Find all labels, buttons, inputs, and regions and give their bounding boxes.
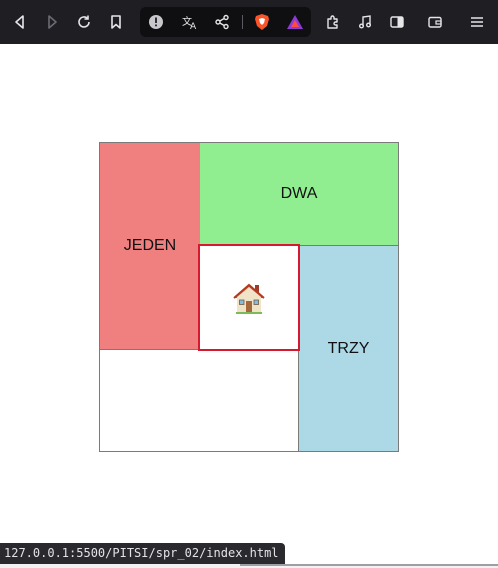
reload-icon[interactable]	[70, 8, 98, 36]
translate-icon[interactable]: 文A	[176, 8, 204, 36]
status-url: 127.0.0.1:5500/PITSI/spr_02/index.html	[0, 543, 285, 564]
browser-toolbar: 文A	[0, 0, 498, 44]
svg-text:A: A	[190, 22, 197, 30]
bottom-edge	[0, 564, 498, 568]
menu-icon[interactable]	[463, 8, 491, 36]
url-separator	[242, 15, 243, 29]
media-icon[interactable]	[351, 8, 379, 36]
cell-home	[198, 244, 300, 351]
cell-empty	[100, 349, 298, 451]
cell-dwa-label: DWA	[280, 185, 318, 202]
cell-jeden-label: JEDEN	[123, 237, 177, 254]
bookmark-icon[interactable]	[102, 8, 130, 36]
back-icon[interactable]	[6, 8, 34, 36]
sidebar-icon[interactable]	[383, 8, 411, 36]
site-info-icon[interactable]	[142, 8, 170, 36]
house-icon	[233, 283, 265, 314]
cell-trzy: TRZY	[298, 246, 398, 451]
share-icon[interactable]	[208, 8, 236, 36]
wallet-icon[interactable]	[421, 8, 449, 36]
brave-shield-icon[interactable]	[248, 8, 276, 36]
extensions-icon[interactable]	[319, 8, 347, 36]
rewards-icon[interactable]	[281, 8, 309, 36]
address-bar[interactable]: 文A	[140, 7, 311, 37]
grid-container: JEDEN DWA TRZY	[99, 142, 399, 452]
forward-icon[interactable]	[38, 8, 66, 36]
cell-dwa: DWA	[200, 143, 398, 246]
cell-jeden: JEDEN	[100, 143, 200, 349]
cell-trzy-label: TRZY	[327, 339, 370, 357]
